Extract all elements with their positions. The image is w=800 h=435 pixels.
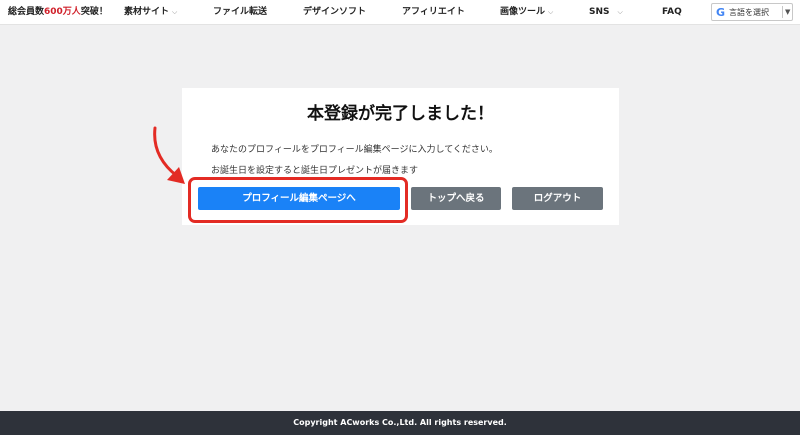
- profile-instruction-text: あなたのプロフィールをプロフィール編集ページに入力してください。: [211, 145, 498, 155]
- nav-item-label: FAQ: [662, 7, 682, 17]
- nav-item-label: SNS: [589, 7, 610, 17]
- nav-item-affiliate[interactable]: アフィリエイト: [402, 6, 465, 18]
- member-count-banner: 総会員数600万人突破！: [8, 6, 108, 18]
- footer: Copyright ACworks Co.,Ltd. All rights re…: [0, 411, 800, 435]
- page-title: 本登録が完了しました！: [307, 104, 494, 124]
- copyright-text: Copyright ACworks Co.,Ltd. All rights re…: [293, 418, 507, 427]
- birthday-info-text: お誕生日を設定すると誕生日プレゼントが届きます: [211, 166, 419, 176]
- chevron-down-icon: ⌵: [548, 8, 554, 16]
- nav-item-label: アフィリエイト: [402, 7, 465, 17]
- nav-item-image-tools[interactable]: 画像ツール ⌵: [500, 6, 553, 18]
- google-g-icon: G: [716, 6, 726, 19]
- member-count-number: 600万人: [44, 7, 81, 17]
- logout-button[interactable]: ログアウト: [512, 187, 603, 210]
- nav-item-faq[interactable]: FAQ: [662, 6, 682, 18]
- back-to-top-button[interactable]: トップへ戻る: [411, 187, 501, 210]
- highlight-annotation-box: [188, 177, 408, 223]
- nav-item-label: 画像ツール: [500, 7, 546, 17]
- dropdown-arrow-icon: ▼: [785, 8, 791, 16]
- nav-item-file-transfer[interactable]: ファイル転送: [213, 6, 267, 18]
- member-count-prefix: 総会員数: [8, 7, 45, 17]
- nav-item-label: ファイル転送: [213, 7, 268, 17]
- nav-item-label: デザインソフト: [303, 7, 367, 17]
- language-select-label: 言語を選択: [729, 8, 769, 17]
- member-count-suffix: 突破！: [80, 7, 108, 17]
- nav-item-label: 素材サイト: [124, 7, 170, 17]
- nav-item-materials[interactable]: 素材サイト ⌵: [124, 6, 177, 18]
- language-select-divider: [782, 6, 783, 18]
- top-navigation: 総会員数600万人突破！ 素材サイト ⌵ ファイル転送 デザインソフト アフィリエ…: [0, 0, 800, 25]
- nav-item-design-software[interactable]: デザインソフト: [303, 6, 366, 18]
- red-arrow-annotation-icon: [153, 126, 185, 184]
- chevron-down-icon: ⌵: [172, 8, 178, 16]
- chevron-down-icon: ⌵: [617, 8, 623, 16]
- language-select[interactable]: G 言語を選択 ▼: [711, 3, 793, 21]
- nav-item-sns[interactable]: SNS ⌵: [589, 6, 623, 18]
